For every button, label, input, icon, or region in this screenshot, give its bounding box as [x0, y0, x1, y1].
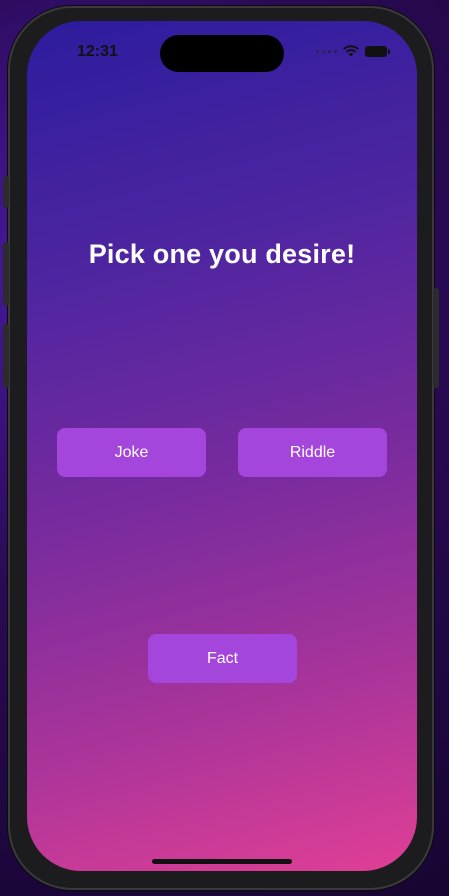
volume-down-button: [3, 324, 9, 388]
volume-up-button: [3, 242, 9, 306]
joke-button[interactable]: Joke: [57, 428, 206, 477]
status-icons: [316, 45, 390, 57]
fact-button[interactable]: Fact: [148, 634, 297, 683]
status-time: 12:31: [77, 43, 118, 60]
home-indicator[interactable]: [152, 859, 292, 864]
battery-icon: [365, 45, 390, 57]
wifi-icon: [343, 45, 359, 57]
power-button: [433, 288, 439, 388]
riddle-button[interactable]: Riddle: [238, 428, 387, 477]
dynamic-island: [160, 35, 284, 72]
action-button: [3, 176, 9, 208]
cellular-signal-icon: [316, 49, 337, 53]
page-title: Pick one you desire!: [88, 239, 356, 269]
app-screen: 12:31 Pick one you desire! Joke Riddle F…: [27, 21, 417, 871]
